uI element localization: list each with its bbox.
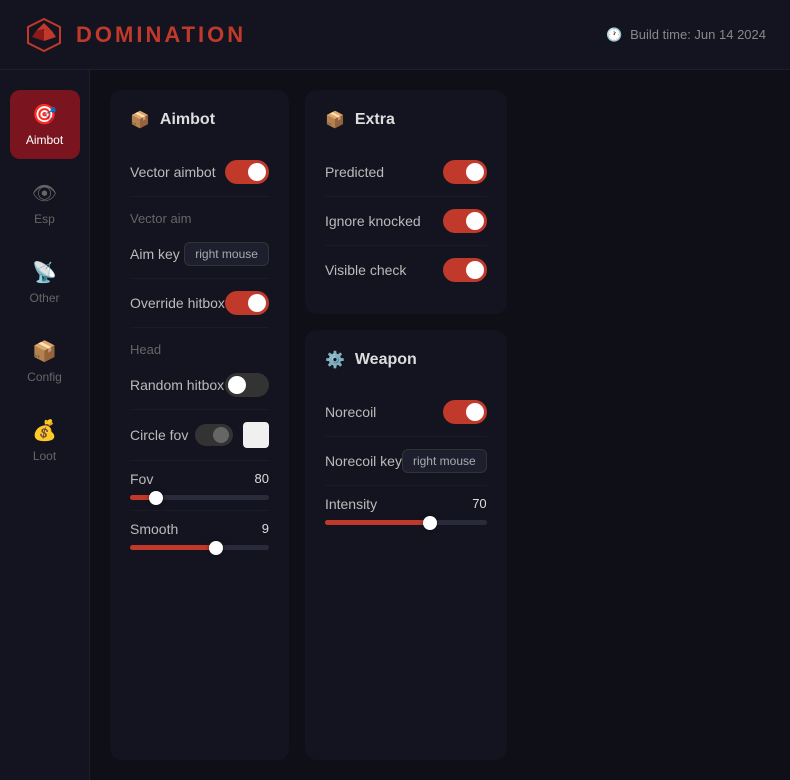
circle-fov-row: Circle fov xyxy=(130,410,269,461)
build-info: 🕐 Build time: Jun 14 2024 xyxy=(606,27,766,43)
norecoil-label: Norecoil xyxy=(325,404,376,420)
section-head: Head xyxy=(130,328,269,361)
visible-check-label: Visible check xyxy=(325,262,406,278)
intensity-slider-track[interactable] xyxy=(325,520,487,525)
toggle-knob-5 xyxy=(466,212,484,230)
toggle-knob-7 xyxy=(466,403,484,421)
sidebar-label-config: Config xyxy=(27,370,62,384)
ignore-knocked-toggle[interactable] xyxy=(443,209,487,233)
logo-icon xyxy=(24,15,64,55)
norecoil-row: Norecoil xyxy=(325,388,487,437)
sidebar-item-loot[interactable]: 💰 Loot xyxy=(10,406,80,475)
sidebar-label-esp: Esp xyxy=(34,212,55,226)
toggle-knob-4 xyxy=(466,163,484,181)
sidebar-item-other[interactable]: 📡 Other xyxy=(10,248,80,317)
smooth-slider-header: Smooth 9 xyxy=(130,521,269,537)
predicted-row: Predicted xyxy=(325,148,487,197)
weapon-panel-title: ⚙️ Weapon xyxy=(325,350,487,370)
aimbot-icon: 🎯 xyxy=(32,102,57,127)
fov-value: 80 xyxy=(254,471,268,487)
smooth-value: 9 xyxy=(262,521,269,537)
mini-toggle-knob xyxy=(213,427,229,443)
intensity-slider-row: Intensity 70 xyxy=(325,486,487,535)
override-hitbox-toggle[interactable] xyxy=(225,291,269,315)
weapon-panel: ⚙️ Weapon Norecoil Norecoil key right mo… xyxy=(305,330,507,760)
logo-area: DOMINATION xyxy=(24,15,246,55)
ignore-knocked-row: Ignore knocked xyxy=(325,197,487,246)
fov-label: Fov xyxy=(130,471,153,487)
content-wrapper: 📦 Aimbot Vector aimbot Vector aim Aim ke… xyxy=(90,70,790,780)
logo-text: DOMINATION xyxy=(76,22,246,48)
aim-key-badge[interactable]: right mouse xyxy=(184,242,269,266)
intensity-slider-thumb[interactable] xyxy=(423,516,437,530)
norecoil-key-row: Norecoil key right mouse xyxy=(325,437,487,486)
random-hitbox-row: Random hitbox xyxy=(130,361,269,410)
fov-slider-track[interactable] xyxy=(130,495,269,500)
aimbot-panel-icon: 📦 xyxy=(130,110,150,130)
smooth-slider-thumb[interactable] xyxy=(209,541,223,555)
norecoil-key-badge[interactable]: right mouse xyxy=(402,449,487,473)
vector-aimbot-label: Vector aimbot xyxy=(130,164,216,180)
toggle-knob xyxy=(248,163,266,181)
esp-icon: 👁 xyxy=(32,181,57,206)
loot-icon: 💰 xyxy=(32,418,57,443)
intensity-slider-fill xyxy=(325,520,430,525)
header: DOMINATION 🕐 Build time: Jun 14 2024 xyxy=(0,0,790,70)
predicted-toggle[interactable] xyxy=(443,160,487,184)
vector-aimbot-toggle[interactable] xyxy=(225,160,269,184)
predicted-label: Predicted xyxy=(325,164,384,180)
aimbot-panel: 📦 Aimbot Vector aimbot Vector aim Aim ke… xyxy=(110,90,289,760)
extra-panel: 📦 Extra Predicted Ignore knocked xyxy=(305,90,507,314)
visible-check-row: Visible check xyxy=(325,246,487,294)
config-icon: 📦 xyxy=(32,339,57,364)
circle-fov-controls xyxy=(195,422,269,448)
fov-slider-header: Fov 80 xyxy=(130,471,269,487)
toggle-knob-6 xyxy=(466,261,484,279)
clock-icon: 🕐 xyxy=(606,27,622,43)
build-label: Build time: Jun 14 2024 xyxy=(630,27,766,42)
norecoil-toggle[interactable] xyxy=(443,400,487,424)
intensity-value: 70 xyxy=(472,496,486,512)
sidebar: 🎯 Aimbot 👁 Esp 📡 Other 📦 Config 💰 Loot xyxy=(0,70,90,780)
fov-slider-row: Fov 80 xyxy=(130,461,269,511)
circle-fov-toggle[interactable] xyxy=(195,424,233,446)
smooth-slider-track[interactable] xyxy=(130,545,269,550)
extra-panel-title: 📦 Extra xyxy=(325,110,487,130)
intensity-slider-header: Intensity 70 xyxy=(325,496,487,512)
intensity-label: Intensity xyxy=(325,496,377,512)
visible-check-toggle[interactable] xyxy=(443,258,487,282)
section-vector-aim: Vector aim xyxy=(130,197,269,230)
circle-fov-label: Circle fov xyxy=(130,427,188,443)
smooth-slider-row: Smooth 9 xyxy=(130,511,269,560)
override-hitbox-row: Override hitbox xyxy=(130,279,269,328)
main-layout: 🎯 Aimbot 👁 Esp 📡 Other 📦 Config 💰 Loot 📦 xyxy=(0,70,790,780)
sidebar-item-aimbot[interactable]: 🎯 Aimbot xyxy=(10,90,80,159)
smooth-slider-fill xyxy=(130,545,216,550)
circle-fov-color-picker[interactable] xyxy=(243,422,269,448)
aimbot-panel-title: 📦 Aimbot xyxy=(130,110,269,130)
toggle-knob-2 xyxy=(248,294,266,312)
sidebar-item-config[interactable]: 📦 Config xyxy=(10,327,80,396)
fov-slider-thumb[interactable] xyxy=(149,491,163,505)
vector-aimbot-row: Vector aimbot xyxy=(130,148,269,197)
sidebar-item-esp[interactable]: 👁 Esp xyxy=(10,169,80,238)
right-panels: 📦 Extra Predicted Ignore knocked xyxy=(305,90,507,760)
weapon-panel-icon: ⚙️ xyxy=(325,350,345,370)
smooth-label: Smooth xyxy=(130,521,178,537)
sidebar-label-loot: Loot xyxy=(33,449,56,463)
norecoil-key-label: Norecoil key xyxy=(325,453,402,469)
other-icon: 📡 xyxy=(32,260,57,285)
aim-key-row: Aim key right mouse xyxy=(130,230,269,279)
extra-panel-icon: 📦 xyxy=(325,110,345,130)
toggle-knob-3 xyxy=(228,376,246,394)
override-hitbox-label: Override hitbox xyxy=(130,295,225,311)
random-hitbox-label: Random hitbox xyxy=(130,377,224,393)
left-panels: 📦 Aimbot Vector aimbot Vector aim Aim ke… xyxy=(110,90,289,760)
sidebar-label-other: Other xyxy=(29,291,59,305)
random-hitbox-toggle[interactable] xyxy=(225,373,269,397)
ignore-knocked-label: Ignore knocked xyxy=(325,213,421,229)
aim-key-label: Aim key xyxy=(130,246,180,262)
sidebar-label-aimbot: Aimbot xyxy=(26,133,63,147)
